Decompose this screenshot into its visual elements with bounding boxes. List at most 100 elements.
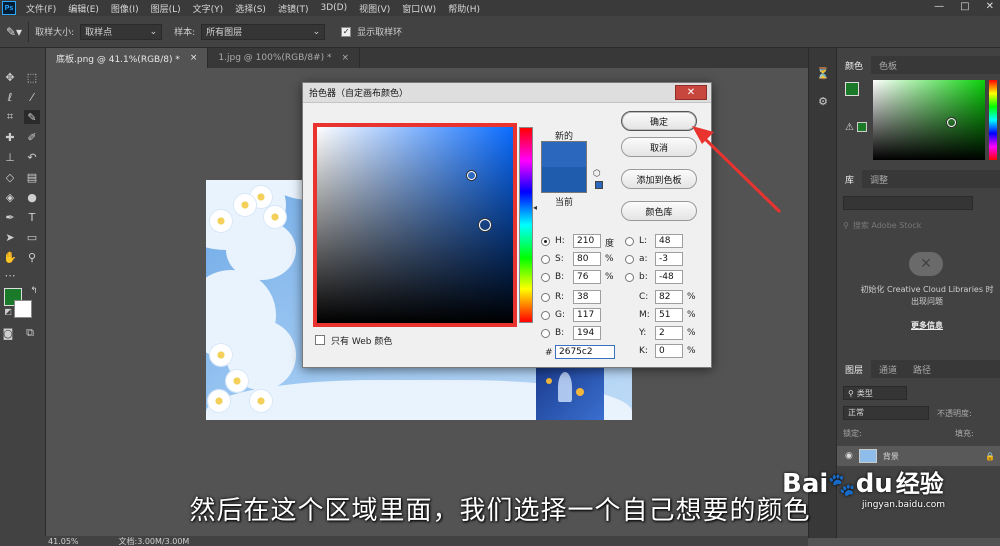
add-to-swatches-button[interactable]: 添加到色板 [621, 169, 697, 189]
lab-l-input[interactable]: 48 [655, 234, 683, 248]
hex-input[interactable]: 2675c2 [555, 345, 615, 359]
healing-tool-icon[interactable]: ✚ [2, 130, 18, 144]
menu-file[interactable]: 文件(F) [20, 2, 62, 15]
screen-mode-icon[interactable]: ⧉ [22, 326, 38, 340]
tab-document-2[interactable]: 1.jpg @ 100%(RGB/8#) * × [208, 48, 361, 68]
red-input[interactable]: 38 [573, 290, 601, 304]
menu-view[interactable]: 视图(V) [353, 2, 396, 15]
menu-filter[interactable]: 滤镜(T) [272, 2, 315, 15]
menu-image[interactable]: 图像(I) [105, 2, 145, 15]
move-tool-icon[interactable]: ✥ [2, 70, 18, 84]
tab-paths[interactable]: 路径 [905, 363, 939, 376]
stamp-tool-icon[interactable]: ⊥ [2, 150, 18, 164]
zoom-tool-icon[interactable]: ⚲ [24, 250, 40, 264]
magenta-input[interactable]: 51 [655, 308, 683, 322]
current-color-swatch[interactable] [541, 167, 587, 193]
shape-tool-icon[interactable]: ▭ [24, 230, 40, 244]
lasso-tool-icon[interactable]: ℓ [2, 90, 18, 104]
visibility-eye-icon[interactable]: ◉ [845, 451, 853, 461]
layer-row[interactable]: ◉ 背景 🔒 [837, 446, 1000, 466]
default-colors-icon[interactable]: ◩ [0, 304, 16, 318]
ok-button[interactable]: 确定 [621, 111, 697, 131]
menu-type[interactable]: 文字(Y) [187, 2, 230, 15]
color-libraries-button[interactable]: 颜色库 [621, 201, 697, 221]
blue-radio[interactable] [541, 329, 550, 338]
gradient-tool-icon[interactable]: ▤ [24, 170, 40, 184]
brightness-radio[interactable] [541, 273, 550, 282]
cancel-button[interactable]: 取消 [621, 137, 697, 157]
menu-edit[interactable]: 编辑(E) [62, 2, 105, 15]
menu-layer[interactable]: 图层(L) [145, 2, 187, 15]
color-field-marker[interactable] [947, 118, 956, 127]
dialog-close-button[interactable]: ✕ [675, 85, 707, 100]
tab-document-1[interactable]: 底板.png @ 41.1%(RGB/8) * × [46, 48, 209, 68]
blend-mode-select[interactable]: 正常 [843, 406, 929, 420]
close-icon[interactable]: × [341, 53, 349, 63]
type-tool-icon[interactable]: T [24, 210, 40, 224]
yellow-input[interactable]: 2 [655, 326, 683, 340]
menu-window[interactable]: 窗口(W) [396, 2, 442, 15]
swap-colors-icon[interactable]: ↰ [26, 284, 42, 298]
history-panel-icon[interactable]: ⏳ [815, 66, 831, 80]
panel-hue-slider[interactable] [989, 80, 997, 160]
path-select-tool-icon[interactable]: ➤ [2, 230, 18, 244]
lab-b-input[interactable]: -48 [655, 270, 683, 284]
hue-radio[interactable] [541, 237, 550, 246]
tab-layers[interactable]: 图层 [837, 360, 872, 378]
search-input[interactable]: ⚲ 搜索 Adobe Stock [843, 218, 973, 232]
cyan-input[interactable]: 82 [655, 290, 683, 304]
sample-select[interactable]: 所有图层 ⌄ [201, 23, 326, 40]
minimize-button[interactable]: — [934, 1, 944, 12]
background-color-swatch[interactable] [14, 300, 32, 318]
lab-a-input[interactable]: -3 [655, 252, 683, 266]
web-only-checkbox[interactable] [315, 335, 325, 345]
sample-size-select[interactable]: 取样点 ⌄ [80, 23, 163, 40]
blue-input[interactable]: 194 [573, 326, 601, 340]
history-brush-tool-icon[interactable]: ↶ [24, 150, 40, 164]
web-safe-swatch[interactable] [595, 181, 603, 189]
color-field-marker[interactable] [467, 171, 476, 180]
gamut-cube-icon[interactable]: ⬡ [593, 169, 601, 179]
saturation-input[interactable]: 80 [573, 252, 601, 266]
brush-tool-icon[interactable]: ✐ [24, 130, 40, 144]
green-radio[interactable] [541, 311, 550, 320]
blur-tool-icon[interactable]: ◈ [2, 190, 18, 204]
library-select[interactable] [843, 196, 973, 210]
quick-mask-icon[interactable]: ◙ [0, 326, 16, 340]
close-window-button[interactable]: ✕ [986, 1, 994, 12]
green-input[interactable]: 117 [573, 308, 601, 322]
black-input[interactable]: 0 [655, 344, 683, 358]
lab-l-radio[interactable] [625, 237, 634, 246]
hand-tool-icon[interactable]: ✋ [2, 250, 18, 264]
color-field[interactable] [873, 80, 985, 160]
brightness-input[interactable]: 76 [573, 270, 601, 284]
quick-select-tool-icon[interactable]: ⁄ [24, 90, 40, 104]
crop-tool-icon[interactable]: ⌗ [2, 110, 18, 124]
tab-adjustments[interactable]: 调整 [862, 173, 896, 186]
marquee-tool-icon[interactable]: ⬚ [24, 70, 40, 84]
menu-select[interactable]: 选择(S) [229, 2, 272, 15]
more-tools-icon[interactable]: ⋯ [2, 268, 18, 282]
hue-slider[interactable] [519, 127, 533, 323]
pen-tool-icon[interactable]: ✒ [2, 210, 18, 224]
dodge-tool-icon[interactable]: ● [24, 190, 40, 204]
saturation-radio[interactable] [541, 255, 550, 264]
maximize-button[interactable]: □ [960, 1, 969, 12]
layer-kind-filter[interactable]: ⚲ 类型 [843, 386, 907, 400]
hue-input[interactable]: 210 [573, 234, 601, 248]
zoom-level[interactable]: 41.05% [48, 537, 79, 546]
red-radio[interactable] [541, 293, 550, 302]
more-info-link[interactable]: 更多信息 [911, 320, 943, 331]
properties-panel-icon[interactable]: ⚙ [815, 94, 831, 108]
menu-help[interactable]: 帮助(H) [442, 2, 486, 15]
eraser-tool-icon[interactable]: ◇ [2, 170, 18, 184]
lab-a-radio[interactable] [625, 255, 634, 264]
close-icon[interactable]: × [190, 53, 198, 63]
tab-libraries[interactable]: 库 [837, 170, 863, 188]
tab-swatches[interactable]: 色板 [871, 59, 905, 72]
tab-color[interactable]: 颜色 [837, 56, 872, 74]
eyedropper-preset-icon[interactable]: ✎▾ [6, 25, 22, 39]
show-ring-checkbox[interactable]: ✓ [341, 26, 352, 37]
lab-b-radio[interactable] [625, 273, 634, 282]
tab-channels[interactable]: 通道 [871, 363, 905, 376]
